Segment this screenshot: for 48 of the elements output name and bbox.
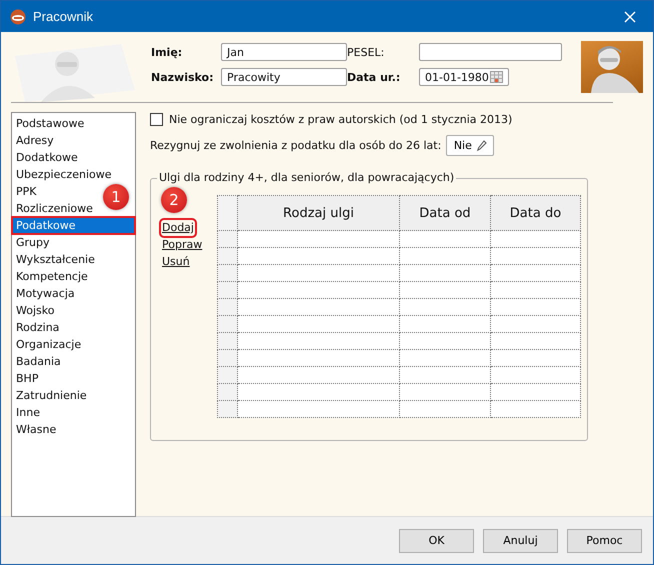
sidebar-item[interactable]: Adresy [12, 132, 56, 149]
sidebar-item[interactable]: Kompetencje [12, 268, 90, 285]
dropdown-button[interactable]: Nie [446, 135, 494, 156]
field-label: Nazwisko: [151, 70, 214, 84]
sidebar-item[interactable]: Rodzina [12, 319, 62, 336]
field-label: Data ur.: [347, 70, 402, 84]
sidebar-item[interactable]: Rozliczeniowe [12, 200, 95, 217]
group-title: Ulgi dla rodziny 4+, dla seniorów, dla powracających) [157, 171, 456, 184]
sidebar-item[interactable]: Podatkowe [12, 217, 135, 234]
app-logo-icon [10, 8, 26, 24]
sidebar-item[interactable]: Dodatkowe [12, 149, 80, 166]
sidebar-item[interactable]: Inne [12, 404, 42, 421]
sidebar-item[interactable]: Grupy [12, 234, 52, 251]
column-header: Data do [490, 196, 580, 230]
sidebar-item[interactable]: Podstawowe [12, 115, 86, 132]
checkbox[interactable] [150, 112, 163, 126]
dialog-button[interactable]: Anuluj [483, 528, 558, 552]
link[interactable]: Popraw [161, 237, 204, 253]
dialog-button[interactable]: OK [399, 528, 474, 552]
pencil-icon [476, 140, 487, 151]
step-badge: 2 [161, 187, 187, 213]
input-field[interactable] [419, 43, 562, 61]
window-title: Pracownik [33, 9, 94, 24]
sidebar-item[interactable]: Wykształcenie [12, 251, 97, 268]
column-header: Data od [400, 196, 490, 230]
sidebar-item[interactable]: Wojsko [12, 302, 56, 319]
sidebar-item[interactable]: Własne [12, 421, 58, 438]
input-field[interactable]: Pracowity [221, 68, 347, 86]
input-field[interactable]: Jan [221, 43, 347, 61]
close-icon[interactable] [624, 10, 636, 22]
input-field[interactable]: 01-01-1980 [419, 68, 509, 86]
sidebar-item[interactable]: Zatrudnienie [12, 387, 89, 404]
sidebar-item[interactable]: Organizacje [12, 336, 84, 353]
link[interactable]: Dodaj [161, 220, 195, 236]
column-header: Rodzaj ulgi [238, 196, 400, 230]
field-label: Imię: [151, 46, 184, 58]
sidebar-item[interactable]: BHP [12, 370, 40, 387]
sidebar-item[interactable]: PPK [12, 183, 38, 200]
field-label: PESEL: [347, 46, 386, 58]
sidebar-item[interactable]: Badania [12, 353, 63, 370]
option-label: Rezygnuj ze zwolnienia z podatku dla osób do 26 lat: [150, 139, 442, 152]
sidebar-item[interactable]: Ubezpieczeniowe [12, 166, 114, 183]
link[interactable]: Usuń [161, 254, 191, 270]
checkbox-label: Nie ograniczaj kosztów z praw autorskich (od 1 stycznia 2013) [169, 112, 512, 126]
sidebar-item[interactable]: Motywacja [12, 285, 77, 302]
dialog-button[interactable]: Pomoc [567, 528, 642, 552]
calendar-icon[interactable] [490, 71, 503, 83]
avatar-icon [581, 41, 643, 93]
